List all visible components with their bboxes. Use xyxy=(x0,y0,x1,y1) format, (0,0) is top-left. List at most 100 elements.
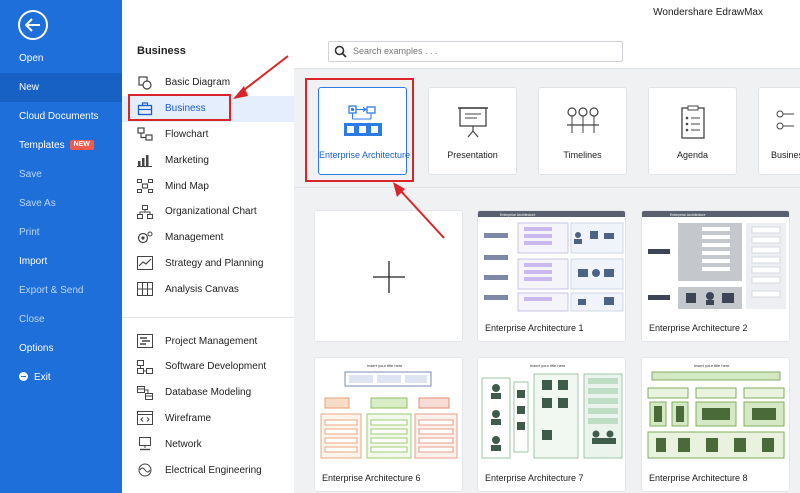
strategy-icon xyxy=(137,256,153,271)
back-button[interactable] xyxy=(18,10,48,40)
org-chart-icon xyxy=(137,204,153,219)
category-electrical-engineering[interactable]: Electrical Engineering xyxy=(122,457,294,483)
thumb-title: Insert your title here xyxy=(694,363,730,368)
template-type-presentation[interactable]: Presentation xyxy=(428,87,517,175)
category-label: Wireframe xyxy=(165,412,212,424)
category-label: Mind Map xyxy=(165,180,209,192)
template-type-label: Timelines xyxy=(563,150,602,160)
category-analysis-canvas[interactable]: Analysis Canvas xyxy=(122,276,294,302)
project-icon xyxy=(137,334,153,349)
gallery-card-label: Enterprise Architecture 2 xyxy=(649,323,748,333)
menu-export-send[interactable]: Export & Send xyxy=(0,276,122,305)
menu-cloud-label: Cloud Documents xyxy=(19,111,99,122)
menu-save-label: Save xyxy=(19,169,42,180)
template-type-label: Agenda xyxy=(676,150,709,160)
plus-icon xyxy=(373,261,405,293)
gallery-card-label: Enterprise Architecture 6 xyxy=(322,473,421,483)
category-mind-map[interactable]: Mind Map xyxy=(122,173,294,199)
timeline-icon xyxy=(566,107,599,133)
category-label: Organizational Chart xyxy=(165,206,257,218)
highlight-enterprise-box xyxy=(305,78,414,182)
diagram-thumbnail: Insert your title here xyxy=(478,358,625,462)
template-type-label: Busines xyxy=(771,150,800,160)
category-divider xyxy=(122,317,294,319)
category-software-development[interactable]: Software Development xyxy=(122,354,294,380)
search-icon xyxy=(334,45,347,58)
exit-icon xyxy=(19,372,28,381)
thumb-title: Enterprise Architecture xyxy=(500,213,535,217)
gallery-card-ea2[interactable]: Enterprise Architecture Enterprise Archi… xyxy=(641,210,790,342)
category-org-chart[interactable]: Organizational Chart xyxy=(122,199,294,225)
agenda-icon xyxy=(680,105,705,139)
category-basic-diagram[interactable]: Basic Diagram xyxy=(122,70,294,96)
wireframe-icon xyxy=(137,411,153,426)
category-wireframe[interactable]: Wireframe xyxy=(122,406,294,432)
menu-open-label: Open xyxy=(19,53,44,64)
gallery-card-ea6[interactable]: Insert your title here Enterprise Archit… xyxy=(314,357,463,492)
flowchart-icon xyxy=(137,127,153,142)
menu-options-label: Options xyxy=(19,343,54,354)
new-blank-card[interactable] xyxy=(314,210,463,342)
menu-templates-label: Templates xyxy=(19,140,65,151)
menu-save-as[interactable]: Save As xyxy=(0,189,122,218)
menu-open[interactable]: Open xyxy=(0,44,122,73)
new-badge: NEW xyxy=(69,140,94,150)
category-label: Strategy and Planning xyxy=(165,257,264,269)
business-icon xyxy=(776,110,794,130)
search-placeholder: Search examples . . . xyxy=(353,46,438,56)
menu-new[interactable]: New xyxy=(0,73,122,102)
template-type-timelines[interactable]: Timelines xyxy=(538,87,627,175)
arrow-left-icon xyxy=(25,18,40,32)
gallery-card-ea7[interactable]: Insert your title here Enterprise Archit… xyxy=(477,357,626,492)
mind-map-icon xyxy=(137,179,153,194)
category-project-management[interactable]: Project Management xyxy=(122,328,294,354)
bar-chart-icon xyxy=(137,153,153,168)
search-input[interactable]: Search examples . . . xyxy=(328,41,623,62)
gallery-card-label: Enterprise Architecture 1 xyxy=(485,323,584,333)
category-panel: Basic Diagram Business Flowchart Marketi… xyxy=(122,68,294,493)
category-label: Marketing xyxy=(165,154,209,166)
template-type-agenda[interactable]: Agenda xyxy=(648,87,737,175)
menu-export-label: Export & Send xyxy=(19,285,84,296)
gallery-card-label: Enterprise Architecture 7 xyxy=(485,473,584,483)
category-marketing[interactable]: Marketing xyxy=(122,147,294,173)
left-menu: Open New Cloud Documents Templates NEW Sa… xyxy=(0,0,122,493)
menu-import[interactable]: Import xyxy=(0,247,122,276)
menu-options[interactable]: Options xyxy=(0,334,122,363)
thumb-title: Insert your title here xyxy=(530,363,566,368)
basic-diagram-icon xyxy=(137,76,153,90)
category-strategy[interactable]: Strategy and Planning xyxy=(122,251,294,277)
category-database-modeling[interactable]: Database Modeling xyxy=(122,380,294,406)
template-type-business[interactable]: Busines xyxy=(758,87,800,175)
category-label: Software Development xyxy=(165,361,267,373)
category-label: Database Modeling xyxy=(165,387,252,399)
menu-close-label: Close xyxy=(19,314,45,325)
category-label: Electrical Engineering xyxy=(165,464,262,476)
menu-import-label: Import xyxy=(19,256,48,267)
category-management[interactable]: Management xyxy=(122,225,294,251)
category-label: Project Management xyxy=(165,335,258,347)
gallery-card-label: Enterprise Architecture 8 xyxy=(649,473,748,483)
category-label: Management xyxy=(165,232,224,244)
menu-close[interactable]: Close xyxy=(0,305,122,334)
menu-save-as-label: Save As xyxy=(19,198,56,209)
menu-print-label: Print xyxy=(19,227,40,238)
category-network[interactable]: Network xyxy=(122,431,294,457)
app-title: Wondershare EdrawMax xyxy=(653,7,763,18)
menu-templates[interactable]: Templates NEW xyxy=(0,131,122,160)
gallery-card-ea8[interactable]: Insert your title here Enterprise Archit… xyxy=(641,357,790,492)
category-label: Basic Diagram xyxy=(165,77,231,89)
diagram-thumbnail: Enterprise Architecture xyxy=(642,211,789,315)
category-label: Network xyxy=(165,438,202,450)
diagram-thumbnail: Insert your title here xyxy=(315,358,462,462)
gallery-card-ea1[interactable]: Enterprise Architecture Enterprise Archi… xyxy=(477,210,626,342)
software-icon xyxy=(137,359,153,374)
menu-print[interactable]: Print xyxy=(0,218,122,247)
template-type-label: Presentation xyxy=(447,150,498,160)
menu-new-label: New xyxy=(19,82,40,93)
menu-save[interactable]: Save xyxy=(0,160,122,189)
menu-exit[interactable]: Exit xyxy=(0,363,122,392)
category-flowchart[interactable]: Flowchart xyxy=(122,122,294,148)
menu-cloud-documents[interactable]: Cloud Documents xyxy=(0,102,122,131)
menu-exit-label: Exit xyxy=(34,372,51,383)
